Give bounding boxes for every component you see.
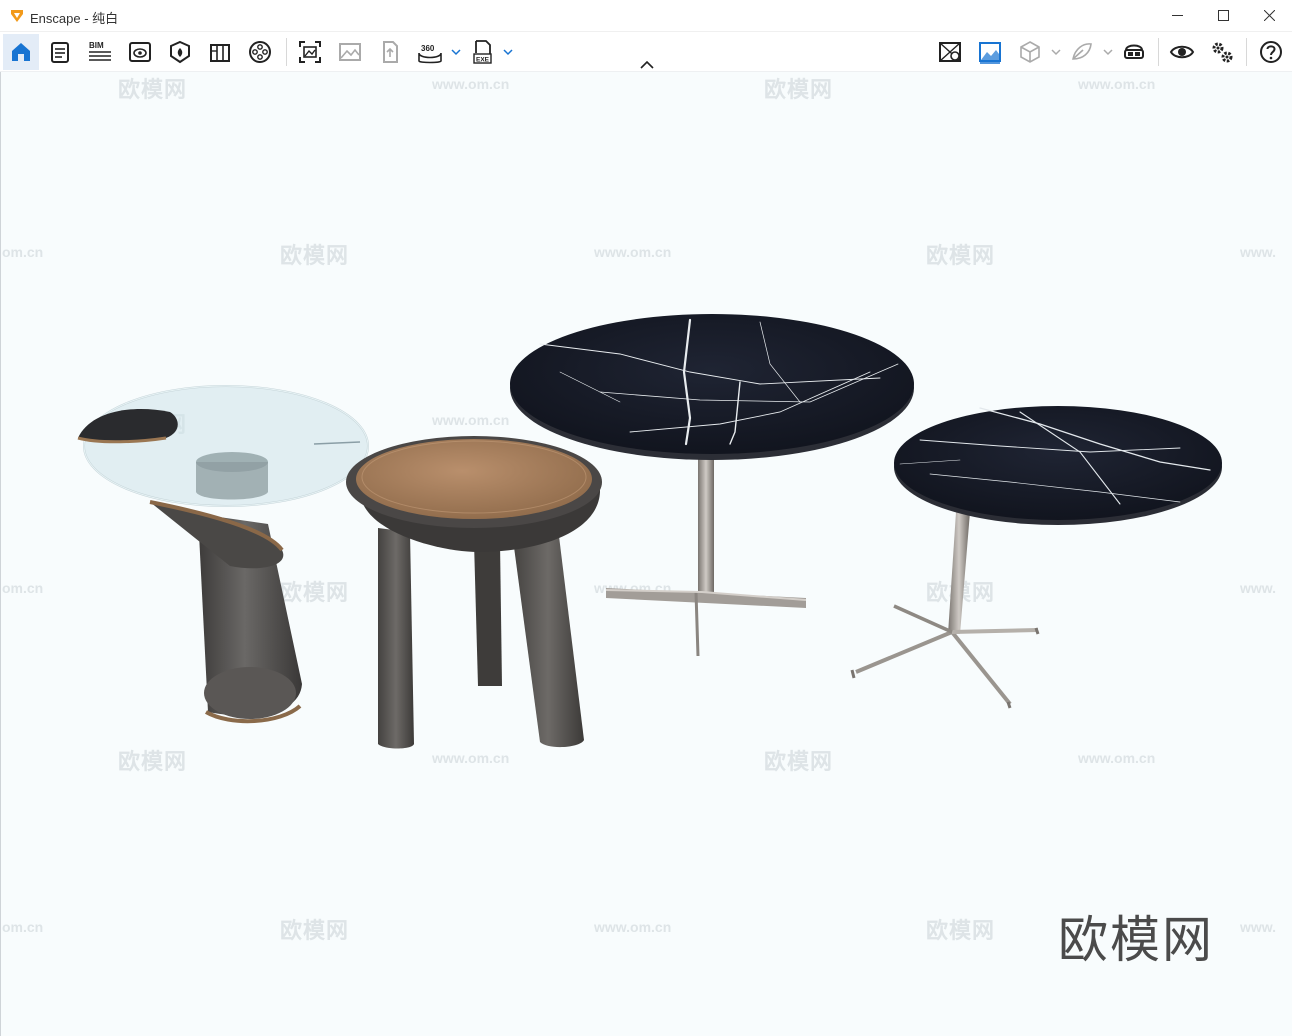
assets-button[interactable]: [162, 34, 198, 70]
chevron-down-icon: [451, 49, 461, 56]
panorama-icon: 360: [418, 44, 442, 64]
corner-watermark-logo: 欧模网: [1058, 911, 1214, 969]
home-button[interactable]: [3, 34, 39, 70]
leather-stool[interactable]: [346, 436, 602, 749]
toolbar-separator: [286, 38, 287, 66]
material-button[interactable]: [1064, 34, 1100, 70]
help-button[interactable]: [1253, 34, 1289, 70]
upload-button[interactable]: [372, 34, 408, 70]
svg-text:EXE: EXE: [476, 57, 490, 64]
bim-button[interactable]: BIM: [82, 34, 118, 70]
minimize-icon: [1171, 15, 1183, 16]
atmosphere-icon: [979, 42, 1001, 64]
panorama-dropdown[interactable]: [449, 34, 463, 70]
library-icon: [210, 44, 230, 62]
batch-render-icon: [339, 43, 361, 61]
exe-export-icon: EXE: [473, 40, 492, 64]
video-editor-icon: [249, 41, 271, 63]
chevron-down-icon: [1103, 49, 1113, 56]
library-button[interactable]: [202, 34, 238, 70]
visual-settings-button[interactable]: [1164, 34, 1200, 70]
chevron-down-icon: [503, 49, 513, 56]
exe-export-dropdown[interactable]: [501, 34, 515, 70]
help-icon: [1260, 41, 1282, 63]
glass-side-table[interactable]: [77, 385, 369, 724]
collapse-toolbar-button[interactable]: [638, 58, 656, 72]
view-management-icon: [129, 42, 151, 62]
upload-icon: [383, 41, 398, 63]
svg-text:360: 360: [421, 44, 435, 53]
exe-export-button[interactable]: EXE: [465, 34, 501, 70]
atmosphere-button[interactable]: [972, 34, 1008, 70]
material-icon: [1072, 43, 1092, 60]
document-icon: [51, 42, 69, 63]
panorama-button[interactable]: 360: [412, 34, 448, 70]
video-editor-button[interactable]: [242, 34, 278, 70]
window-title: Enscape - 纯白: [30, 11, 119, 26]
screenshot-icon: [299, 41, 321, 63]
toolbar-separator: [1158, 38, 1159, 66]
svg-text:BIM: BIM: [89, 41, 104, 50]
chevron-up-icon: [640, 61, 654, 69]
close-icon: [1263, 10, 1275, 21]
scene-render: [77, 314, 1222, 749]
cube-button[interactable]: [1012, 34, 1048, 70]
home-icon: [12, 43, 30, 61]
chevron-down-icon: [1051, 49, 1061, 56]
bim-icon: BIM: [89, 41, 111, 61]
cube-dropdown[interactable]: [1049, 34, 1063, 70]
marble-table-small[interactable]: [850, 406, 1222, 709]
material-dropdown[interactable]: [1101, 34, 1115, 70]
settings-icon: [1212, 42, 1233, 63]
vr-headset-button[interactable]: [1116, 34, 1152, 70]
maximize-button[interactable]: [1200, 0, 1246, 31]
batch-render-button[interactable]: [332, 34, 368, 70]
title-bar: Enscape - 纯白: [0, 0, 1292, 32]
render-viewport[interactable]: 欧模网 www.om.cn 欧模网 www.om.cn om.cn 欧模网 ww…: [0, 72, 1292, 1036]
vr-headset-icon: [1124, 44, 1144, 59]
screenshot-button[interactable]: [292, 34, 328, 70]
enscape-logo-icon: [11, 10, 23, 22]
map-icon: [939, 42, 961, 62]
toolbar-separator: [1246, 38, 1247, 66]
maximize-icon: [1217, 10, 1229, 21]
map-button[interactable]: [932, 34, 968, 70]
view-management-button[interactable]: [122, 34, 158, 70]
close-button[interactable]: [1246, 0, 1292, 31]
visual-settings-icon: [1169, 45, 1195, 59]
minimize-button[interactable]: [1154, 0, 1200, 31]
settings-button[interactable]: [1204, 34, 1240, 70]
document-button[interactable]: [42, 34, 78, 70]
assets-icon: [170, 40, 190, 64]
cube-icon: [1020, 41, 1040, 63]
